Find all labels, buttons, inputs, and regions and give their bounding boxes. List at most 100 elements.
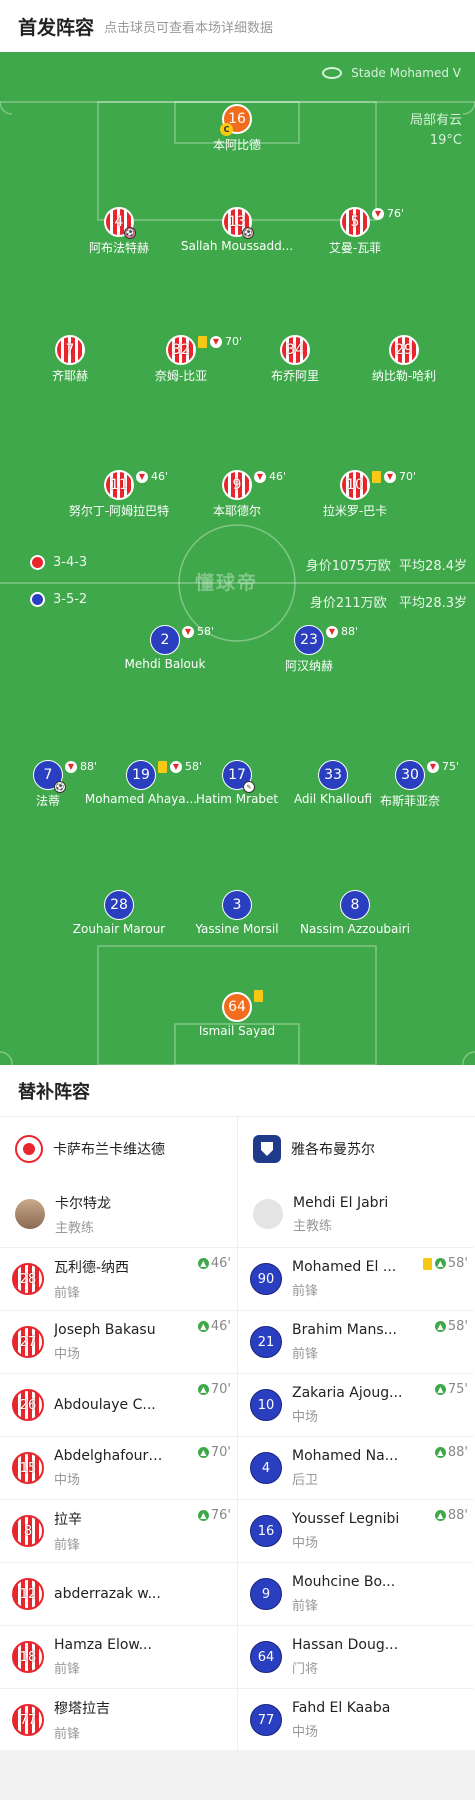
sub-number: 21: [250, 1326, 282, 1358]
coach-role: 主教练: [293, 1218, 333, 1234]
goal-icon: ⚽: [242, 227, 254, 239]
away-sub-row[interactable]: 16 Youssef Legnibi 中场 ▲ 88': [238, 1499, 474, 1562]
home-sub-row[interactable]: 26 Abdoulaye C... ▲ 70': [0, 1373, 237, 1436]
home-sub-row[interactable]: 15 Abdelghafour ... 中场 ▲ 70': [0, 1436, 237, 1499]
player-name: 本耶德尔: [212, 504, 261, 518]
home-player-11[interactable]: 11 ▼ 46' 努尔丁-阿姆拉巴特: [54, 470, 184, 519]
sub-position: 前锋: [54, 1727, 81, 1742]
away-player-64[interactable]: 64 Ismail Sayad: [172, 990, 302, 1038]
sub-position: 中场: [292, 1725, 319, 1740]
sub-position: 前锋: [54, 1662, 81, 1677]
sub-time: 75': [442, 760, 460, 773]
away-sub-row[interactable]: 9 Mouhcine Bo... 前锋: [238, 1562, 474, 1625]
away-player-23[interactable]: 23 ▼ 88' 阿汉纳赫: [244, 625, 374, 674]
home-player-32[interactable]: 32 ▼ 70' 奈姆-比亚: [116, 335, 246, 384]
sub-position: 前锋: [54, 1538, 81, 1553]
home-player-29[interactable]: 29 纳比勒-哈利: [339, 335, 469, 384]
away-player-3[interactable]: 3 Yassine Morsil: [172, 890, 302, 936]
yellow-card-icon: [158, 760, 167, 773]
player-number: 34: [286, 342, 304, 358]
away-subs-column: 雅各布曼苏尔 Mehdi El Jabri 主教练 90 Mohamed El .…: [237, 1117, 474, 1751]
home-sub-row[interactable]: 18 Hamza Elow... 前锋: [0, 1625, 237, 1688]
player-name: Mehdi Balouk: [124, 657, 206, 671]
lineup-header: 首发阵容 点击球员可查看本场详细数据: [0, 0, 475, 52]
home-sub-row[interactable]: 28 瓦利德-纳西 前锋 ▲ 46': [0, 1247, 237, 1310]
home-value: 身价1075万欧: [305, 559, 391, 574]
sub-off-icon: ▼: [427, 760, 439, 773]
player-name: 布斯菲亚奈: [379, 794, 440, 808]
sub-number: 4: [250, 1452, 282, 1484]
home-sub-row[interactable]: 77 穆塔拉吉 前锋: [0, 1688, 237, 1751]
sub-time: 76': [210, 1508, 231, 1523]
sub-number: 8: [12, 1515, 44, 1547]
home-sub-row[interactable]: 12 abderrazak w...: [0, 1562, 237, 1625]
away-sub-row[interactable]: 77 Fahd El Kaaba 中场: [238, 1688, 474, 1751]
away-sub-row[interactable]: 4 Mohamed Na... 后卫 ▲ 88': [238, 1436, 474, 1499]
home-player-16[interactable]: 16 C 本阿比德: [172, 104, 302, 153]
home-team-header[interactable]: 卡萨布兰卡维达德: [0, 1117, 237, 1181]
yellow-card-icon: [422, 1257, 432, 1270]
player-number: 32: [172, 342, 190, 358]
sub-time: 70': [210, 1445, 231, 1460]
home-avg-age: 平均28.4岁: [399, 559, 467, 574]
player-number: 9: [232, 477, 242, 493]
sub-in-icon: ▲: [197, 1510, 209, 1521]
home-player-5[interactable]: 5 ▼ 76' 艾曼-瓦菲: [290, 207, 420, 256]
sub-position: 门将: [292, 1662, 319, 1677]
sub-name: Abdoulaye C...: [54, 1397, 156, 1413]
sub-position: 前锋: [292, 1599, 319, 1614]
substitutes-section: 替补阵容 卡萨布兰卡维达德 卡尔特龙 主教练 28 瓦利德-纳西 前锋 ▲ 46' 27 J…: [0, 1065, 475, 1751]
sub-off-icon: ▼: [326, 625, 338, 638]
player-number: 7: [43, 767, 53, 783]
away-sub-row[interactable]: 90 Mohamed El ... 前锋 ▲ 58': [238, 1247, 474, 1310]
away-player-28[interactable]: 28 Zouhair Marour: [54, 890, 184, 936]
home-player-13[interactable]: 13 ⚽ Sallah Moussadd...: [172, 207, 302, 253]
sub-in-time: ▲ 70': [197, 1445, 231, 1460]
home-sub-row[interactable]: 8 拉辛 前锋 ▲ 76': [0, 1499, 237, 1562]
sub-event: ▼ 76': [372, 207, 404, 220]
sub-time: 46': [210, 1256, 231, 1271]
sub-time: 88': [447, 1508, 468, 1523]
sub-in-time: ▲ 75': [434, 1382, 468, 1397]
home-coach[interactable]: 卡尔特龙 主教练: [0, 1181, 237, 1247]
sub-name: Hamza Elow...: [54, 1637, 152, 1653]
sub-time: 58': [447, 1256, 468, 1271]
away-sub-row[interactable]: 64 Hassan Doug... 门将: [238, 1625, 474, 1688]
sub-name: Hassan Doug...: [292, 1637, 399, 1653]
player-name: Yassine Morsil: [195, 922, 279, 936]
away-sub-row[interactable]: 21 Brahim Mans... 前锋 ▲ 58': [238, 1310, 474, 1373]
sub-number: 77: [250, 1704, 282, 1736]
sub-in-icon: ▲: [197, 1447, 209, 1458]
away-player-2[interactable]: 2 ▼ 58' Mehdi Balouk: [100, 625, 230, 671]
home-sub-row[interactable]: 27 Joseph Bakasu 中场 ▲ 46': [0, 1310, 237, 1373]
away-coach[interactable]: Mehdi El Jabri 主教练: [238, 1181, 474, 1247]
sub-in-icon: ▲: [434, 1258, 446, 1269]
away-player-8[interactable]: 8 Nassim Azzoubairi: [290, 890, 420, 936]
home-team-name: 卡萨布兰卡维达德: [53, 1142, 165, 1158]
coach-role: 主教练: [55, 1220, 95, 1236]
sub-in-time: ▲ 70': [197, 1382, 231, 1397]
player-name: 阿汉纳赫: [284, 659, 333, 673]
sub-number: 16: [250, 1515, 282, 1547]
home-team-logo: [15, 1135, 43, 1163]
home-player-10[interactable]: 10 ▼ 70' 拉米罗-巴卡: [290, 470, 420, 519]
sub-time: 70': [210, 1382, 231, 1397]
sub-name: Mohamed Na...: [292, 1448, 399, 1464]
away-formation: 3-5-2: [53, 592, 88, 607]
away-sub-row[interactable]: 10 Zakaria Ajoug... 中场 ▲ 75': [238, 1373, 474, 1436]
home-player-4[interactable]: 4 ⚽ 阿布法特赫: [54, 207, 184, 256]
sub-number: 10: [250, 1389, 282, 1421]
sub-name: Mohamed El ...: [292, 1259, 397, 1275]
away-team-header[interactable]: 雅各布曼苏尔: [238, 1117, 474, 1181]
own-goal-icon: ⚽: [124, 227, 136, 239]
home-player-9[interactable]: 9 ▼ 46' 本耶德尔: [172, 470, 302, 519]
pitch: Stade Mohamed V 局部有云 19°C 懂球帝 3-4-3 身价10…: [0, 52, 475, 1065]
sub-number: 28: [12, 1263, 44, 1295]
away-player-30[interactable]: 30 ▼ 75' 布斯菲亚奈: [345, 760, 475, 809]
sub-event: ▼ 46': [136, 470, 168, 483]
page-subtitle: 点击球员可查看本场详细数据: [104, 20, 274, 36]
player-number: 7: [65, 342, 75, 358]
sub-number: 18: [12, 1641, 44, 1673]
home-team-summary: 3-4-3 身价1075万欧 平均28.4岁: [0, 552, 475, 574]
sub-in-time: ▲ 58': [422, 1256, 468, 1271]
